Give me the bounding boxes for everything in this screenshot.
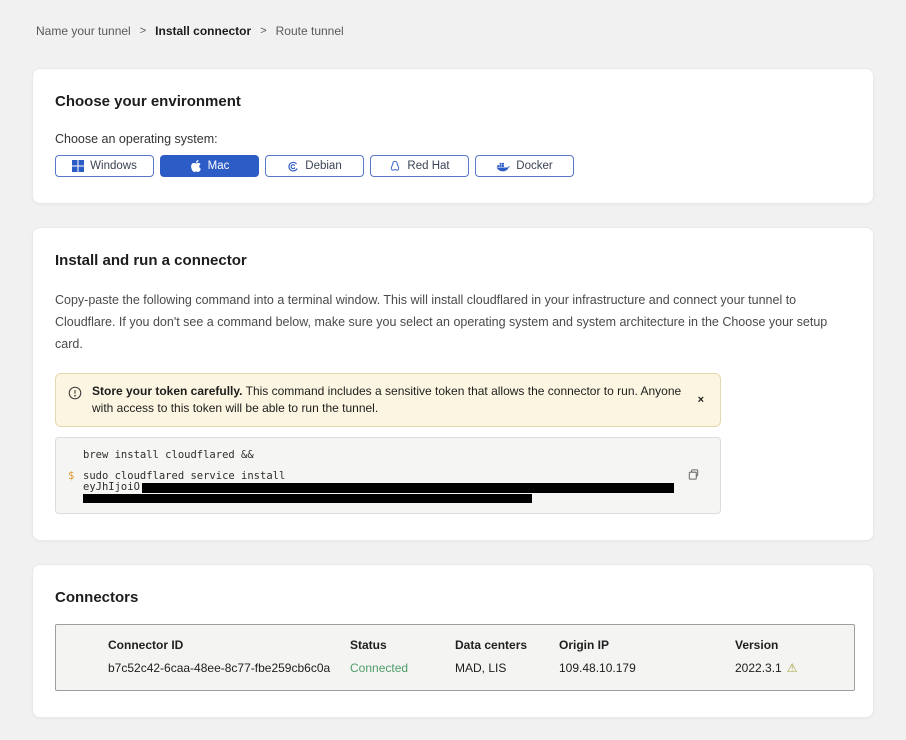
install-connector-card: Install and run a connector Copy-paste t…	[32, 227, 874, 541]
token-line: eyJhIjoiO	[83, 482, 674, 493]
column-header-data-centers: Data centers	[455, 638, 559, 652]
token-prefix-text: eyJhIjoiO	[83, 482, 140, 493]
info-circle-icon	[68, 386, 82, 405]
shell-prompt: $	[68, 470, 74, 482]
breadcrumb-step-name-tunnel[interactable]: Name your tunnel	[36, 24, 131, 38]
code-command-group: $ sudo cloudflared service install eyJhI…	[56, 470, 674, 503]
connectors-table-header: Connector ID Status Data centers Origin …	[108, 638, 844, 652]
os-button-windows[interactable]: Windows	[55, 155, 154, 177]
column-header-version: Version	[735, 638, 844, 652]
choose-environment-title: Choose your environment	[55, 93, 851, 110]
os-button-docker[interactable]: Docker	[475, 155, 574, 177]
connectors-table: Connector ID Status Data centers Origin …	[55, 624, 855, 691]
os-select-label: Choose an operating system:	[55, 132, 851, 146]
breadcrumb: Name your tunnel > Install connector > R…	[32, 0, 874, 38]
debian-icon	[287, 160, 299, 172]
version-value: 2022.3.1 ⚠	[735, 661, 844, 675]
choose-environment-card: Choose your environment Choose an operat…	[32, 68, 874, 204]
token-warning-text: Store your token carefully. This command…	[92, 383, 684, 417]
redacted-token-bar	[83, 494, 532, 503]
install-description: Copy-paste the following command into a …	[55, 289, 851, 355]
breadcrumb-step-route-tunnel[interactable]: Route tunnel	[276, 24, 344, 38]
redhat-icon	[389, 160, 401, 172]
connector-id-value: b7c52c42-6caa-48ee-8c77-fbe259cb6c0a	[108, 661, 350, 675]
os-button-label: Debian	[305, 160, 341, 172]
os-button-label: Docker	[516, 160, 552, 172]
install-command-codeblock: brew install cloudflared && $ sudo cloud…	[55, 437, 721, 514]
os-button-label: Windows	[90, 160, 137, 172]
token-warning-alert: Store your token carefully. This command…	[55, 373, 721, 427]
version-number: 2022.3.1	[735, 661, 782, 675]
os-button-debian[interactable]: Debian	[265, 155, 364, 177]
token-warning-title: Store your token carefully.	[92, 384, 243, 398]
origin-ip-value: 109.48.10.179	[559, 661, 735, 675]
os-button-label: Mac	[208, 160, 230, 172]
os-button-group: Windows Mac Debian Red Hat	[55, 155, 851, 177]
os-button-label: Red Hat	[407, 160, 449, 172]
tunnel-setup-page: Name your tunnel > Install connector > R…	[0, 0, 906, 740]
code-line-service-install: sudo cloudflared service install	[83, 470, 674, 482]
breadcrumb-separator: >	[260, 25, 266, 37]
copy-command-button[interactable]	[685, 466, 702, 486]
redacted-token-bar	[142, 483, 674, 493]
windows-icon	[72, 160, 84, 172]
os-button-redhat[interactable]: Red Hat	[370, 155, 469, 177]
connectors-title: Connectors	[55, 589, 851, 606]
code-line-brew: brew install cloudflared &&	[56, 449, 674, 461]
column-header-origin-ip: Origin IP	[559, 638, 735, 652]
table-row: b7c52c42-6caa-48ee-8c77-fbe259cb6c0a Con…	[108, 661, 844, 675]
data-centers-value: MAD, LIS	[455, 661, 559, 675]
status-badge: Connected	[350, 661, 455, 675]
docker-icon	[496, 161, 510, 172]
column-header-status: Status	[350, 638, 455, 652]
column-header-connector-id: Connector ID	[108, 638, 350, 652]
os-button-mac[interactable]: Mac	[160, 155, 259, 177]
close-icon[interactable]: ×	[694, 393, 708, 408]
connectors-card: Connectors Connector ID Status Data cent…	[32, 564, 874, 718]
install-connector-title: Install and run a connector	[55, 252, 851, 269]
breadcrumb-step-install-connector[interactable]: Install connector	[155, 24, 251, 38]
apple-icon	[190, 160, 202, 172]
breadcrumb-separator: >	[140, 25, 146, 37]
version-warning-icon: ⚠	[787, 662, 798, 674]
copy-icon	[687, 469, 700, 484]
